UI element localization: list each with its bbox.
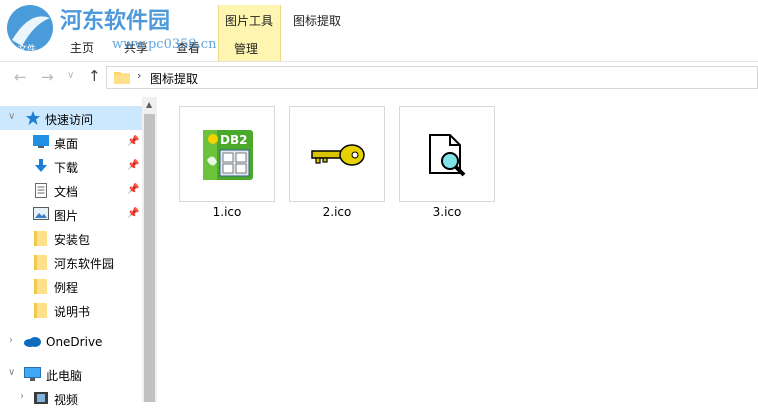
db2-app-icon: DB2 [203,130,253,180]
up-arrow-icon[interactable]: ↑ [88,67,101,85]
sidebar-item-onedrive[interactable]: › OneDrive [0,330,142,354]
folder-icon [34,303,47,318]
sidebar-item-downloads[interactable]: 下载 📌 [0,154,142,178]
scrollbar-thumb[interactable] [144,114,155,402]
folder-icon [34,279,47,294]
db2-icon-text: DB2 [220,133,247,147]
pin-icon[interactable]: 📌 [127,184,139,195]
sidebar-item-label: 视频 [54,393,79,407]
sidebar-item-quick-access[interactable]: ∨ 快速访问 [0,106,142,130]
watermark-site-name: 河东软件园 [60,8,170,34]
chevron-right-icon[interactable]: › [9,335,13,346]
file-search-icon [429,134,466,177]
folder-icon [34,231,47,246]
sidebar-item-pictures[interactable]: 图片 📌 [0,202,142,226]
pin-icon[interactable]: 📌 [127,160,139,171]
breadcrumb-current-folder[interactable]: 图标提取 [150,70,198,87]
star-icon [26,111,40,125]
sidebar-item-label: OneDrive [46,335,103,349]
tab-manage[interactable]: 管理 [234,40,258,57]
sidebar-item-folder-examples[interactable]: 例程 [0,274,142,298]
file-tile-3[interactable] [399,106,495,202]
sidebar-item-label: 下载 [54,161,79,175]
window-title: 图标提取 [293,14,342,28]
sidebar-item-documents[interactable]: 文档 📌 [0,178,142,202]
sidebar-item-videos[interactable]: › 视频 [0,386,142,410]
file-name[interactable]: 3.ico [399,205,495,219]
key-icon [311,144,365,166]
sidebar-item-folder-hedong[interactable]: 河东软件园 [0,250,142,274]
computer-icon [24,367,41,381]
recent-locations-chevron-icon[interactable]: ∨ [67,70,74,81]
file-tile-1[interactable]: DB2 [179,106,275,202]
pictures-icon [33,207,49,220]
file-name[interactable]: 1.ico [179,205,275,219]
sidebar-item-label: 河东软件园 [54,257,115,271]
watermark-logo-text: 文件 [18,43,36,55]
watermark-logo: 文件 河东软件园 www.pc0359.cn [7,5,217,55]
sidebar-item-label: 安装包 [54,233,91,247]
cloud-icon [24,337,41,347]
desktop-icon [33,135,49,148]
forward-arrow-icon[interactable]: → [41,68,54,86]
document-icon [35,183,47,198]
file-tile-2[interactable] [289,106,385,202]
chevron-right-icon[interactable]: › [20,391,24,402]
sidebar-item-label: 此电脑 [46,369,83,383]
sidebar-item-this-pc[interactable]: ∨ 此电脑 [0,362,142,386]
sidebar-item-label: 文档 [54,185,79,199]
folder-icon [114,72,130,84]
chevron-down-icon[interactable]: ∨ [8,111,15,122]
scroll-up-arrow-icon[interactable]: ▲ [146,100,152,109]
video-icon [34,392,48,404]
pin-icon[interactable]: 📌 [127,136,139,147]
download-icon [35,159,47,172]
sidebar-item-label: 说明书 [54,305,91,319]
sidebar-item-label: 图片 [54,209,79,223]
sidebar-item-folder-setup[interactable]: 安装包 [0,226,142,250]
address-bar[interactable] [106,66,758,89]
watermark-url: www.pc0359.cn [112,37,217,52]
picture-tools-title: 图片工具 [225,14,274,28]
pin-icon[interactable]: 📌 [127,208,139,219]
sidebar-item-label: 桌面 [54,137,79,151]
chevron-down-icon[interactable]: ∨ [8,367,15,378]
sidebar-item-desktop[interactable]: 桌面 📌 [0,130,142,154]
navigation-pane: ∨ 快速访问 桌面 📌 下载 📌 文档 📌 图片 📌 安装包 河东软件园 例程 … [0,97,142,407]
sidebar-item-label: 例程 [54,281,79,295]
sidebar-item-folder-manual[interactable]: 说明书 [0,298,142,322]
breadcrumb-separator-icon: › [137,69,142,82]
file-name[interactable]: 2.ico [289,205,385,219]
folder-icon [34,255,47,270]
back-arrow-icon[interactable]: ← [14,68,27,86]
sidebar-item-label: 快速访问 [45,113,94,127]
